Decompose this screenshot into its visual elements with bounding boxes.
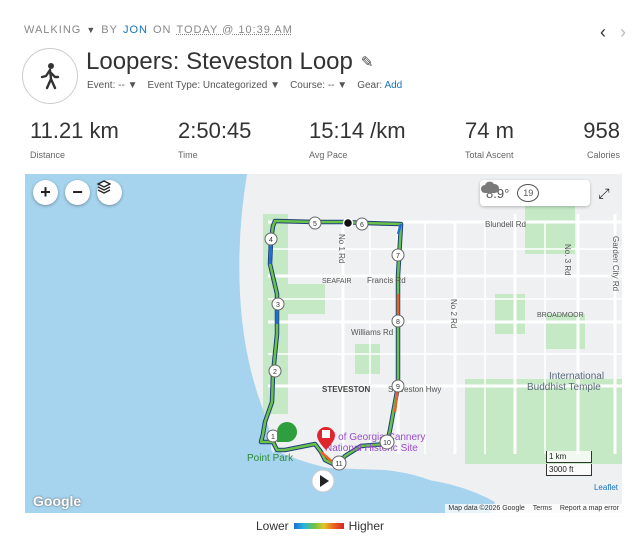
fullscreen-icon[interactable]: ⤢ xyxy=(593,182,615,204)
svg-text:10: 10 xyxy=(383,440,391,447)
label-no2: No 2 Rd xyxy=(449,299,458,328)
stat-total-ascent: 74 m Total Ascent xyxy=(465,118,514,160)
legend-lower: Lower xyxy=(255,519,289,533)
activity-title[interactable]: Loopers: Steveston Loop xyxy=(86,48,353,76)
map-attribution: Map data ©2026 Google Terms Report a map… xyxy=(445,504,622,513)
label-blundell: Blundell Rd xyxy=(485,220,526,229)
km-marker: 8 xyxy=(391,314,405,328)
svg-text:11: 11 xyxy=(335,461,342,468)
stat-value: 15:14 /km xyxy=(309,118,406,143)
layers-button[interactable] xyxy=(97,180,122,205)
edit-pencil-icon[interactable]: ✎ xyxy=(361,53,374,71)
stat-label: Distance xyxy=(30,150,66,160)
activity-meta: Event: -- ▼ Event Type: Uncategorized ▼ … xyxy=(87,80,402,91)
attribution-data: Map data ©2026 Google xyxy=(448,505,525,512)
user-link[interactable]: JON xyxy=(123,24,148,36)
activity-date[interactable]: TODAY @ 10:39 AM xyxy=(176,24,292,36)
gear-field: Gear: Add xyxy=(357,80,403,91)
course-select[interactable]: Course: -- ▼ xyxy=(290,80,347,91)
stat-value: 2:50:45 xyxy=(178,118,252,143)
stat-time: 2:50:45 Time xyxy=(178,118,251,160)
map-canvas[interactable]: Blundell Rd No. 3 Rd Garden City Rd No 1… xyxy=(25,174,622,513)
svg-text:4: 4 xyxy=(269,237,273,244)
report-link[interactable]: Report a map error xyxy=(560,505,619,512)
svg-text:6: 6 xyxy=(360,222,364,229)
terms-link[interactable]: Terms xyxy=(533,505,552,512)
km-marker: 6 xyxy=(355,217,369,231)
activity-title-row: Loopers: Steveston Loop ✎ xyxy=(86,48,373,76)
event-type-select[interactable]: Event Type: Uncategorized ▼ xyxy=(147,80,280,91)
svg-text:2: 2 xyxy=(273,369,277,376)
route-map[interactable]: Blundell Rd No. 3 Rd Garden City Rd No 1… xyxy=(25,174,622,513)
svg-text:9: 9 xyxy=(396,384,400,391)
label-intl2: Buddhist Temple xyxy=(527,382,601,393)
next-activity-icon[interactable]: › xyxy=(620,22,626,43)
svg-text:5: 5 xyxy=(313,221,317,228)
start-pin-icon xyxy=(277,422,297,442)
map-scale: 1 km 3000 ft xyxy=(546,451,592,477)
walking-icon xyxy=(40,63,60,90)
stat-distance: 11.21 km Distance xyxy=(30,118,119,160)
legend-gradient xyxy=(293,523,344,529)
on-label: ON xyxy=(152,24,172,36)
wind-speed: 19 xyxy=(517,184,540,202)
label-seafair: SEAFAIR xyxy=(322,278,352,285)
km-marker: 3 xyxy=(271,297,285,311)
stat-label: Time xyxy=(178,150,198,160)
stat-calories: 958 Calories xyxy=(583,118,620,160)
play-button-icon[interactable] xyxy=(311,469,335,493)
label-garden: Garden City Rd xyxy=(611,236,620,291)
label-point-park: Point Park xyxy=(247,453,294,464)
leaflet-link[interactable]: Leaflet xyxy=(594,483,618,492)
stat-value: 11.21 km xyxy=(30,118,119,143)
zoom-out-button[interactable]: − xyxy=(65,180,90,205)
stats-row: 11.21 km Distance 2:50:45 Time 15:14 /km… xyxy=(30,118,620,163)
svg-text:8: 8 xyxy=(396,319,400,326)
stat-value: 958 xyxy=(583,118,620,143)
svg-text:1: 1 xyxy=(271,434,275,441)
km-marker: 4 xyxy=(264,232,278,246)
label-intl1: International xyxy=(549,371,604,382)
stat-value: 74 m xyxy=(465,118,514,143)
layers-icon xyxy=(97,180,111,194)
activity-type-label[interactable]: WALKING xyxy=(24,24,81,36)
km-marker: 5 xyxy=(308,216,322,230)
svg-text:7: 7 xyxy=(396,253,400,260)
label-cannery2: National Historic Site xyxy=(325,443,418,454)
label-no3: No. 3 Rd xyxy=(563,244,572,276)
stat-avg-pace: 15:14 /km Avg Pace xyxy=(309,118,406,160)
km-marker: 7 xyxy=(391,248,405,262)
label-no1: No 1 Rd xyxy=(337,234,346,263)
km-marker: 10 xyxy=(379,434,395,450)
legend-higher: Higher xyxy=(348,519,385,533)
gear-add-link[interactable]: Add xyxy=(384,80,402,91)
pace-legend: Lower Higher xyxy=(0,519,640,533)
activity-type-avatar xyxy=(22,48,78,104)
stat-label: Calories xyxy=(586,150,620,160)
stat-label: Avg Pace xyxy=(309,150,348,160)
km-marker: 11 xyxy=(331,455,347,471)
activity-breadcrumb: WALKING ▼ BY JON ON TODAY @ 10:39 AM xyxy=(24,24,293,36)
lap-marker xyxy=(342,217,354,229)
km-marker: 2 xyxy=(268,364,282,378)
previous-activity-icon[interactable]: ‹ xyxy=(600,22,606,43)
label-broadmoor: BROADMOOR xyxy=(537,312,584,319)
scale-ft: 3000 ft xyxy=(546,464,592,476)
label-steveston: STEVESTON xyxy=(322,385,371,394)
google-logo: Google xyxy=(33,493,82,509)
svg-text:3: 3 xyxy=(276,302,280,309)
scale-km: 1 km xyxy=(546,451,592,463)
activity-nav: ‹ › xyxy=(600,22,626,43)
km-marker: 9 xyxy=(391,379,405,393)
chevron-down-icon[interactable]: ▼ xyxy=(86,25,96,35)
label-williams: Williams Rd xyxy=(351,328,393,337)
zoom-in-button[interactable]: + xyxy=(33,180,58,205)
stat-label: Total Ascent xyxy=(465,150,514,160)
label-francis: Francis Rd xyxy=(367,276,406,285)
weather-widget: 8.9° 19 xyxy=(480,180,590,206)
by-label: BY xyxy=(101,24,118,36)
event-select[interactable]: Event: -- ▼ xyxy=(87,80,137,91)
cloud-icon xyxy=(481,181,500,193)
